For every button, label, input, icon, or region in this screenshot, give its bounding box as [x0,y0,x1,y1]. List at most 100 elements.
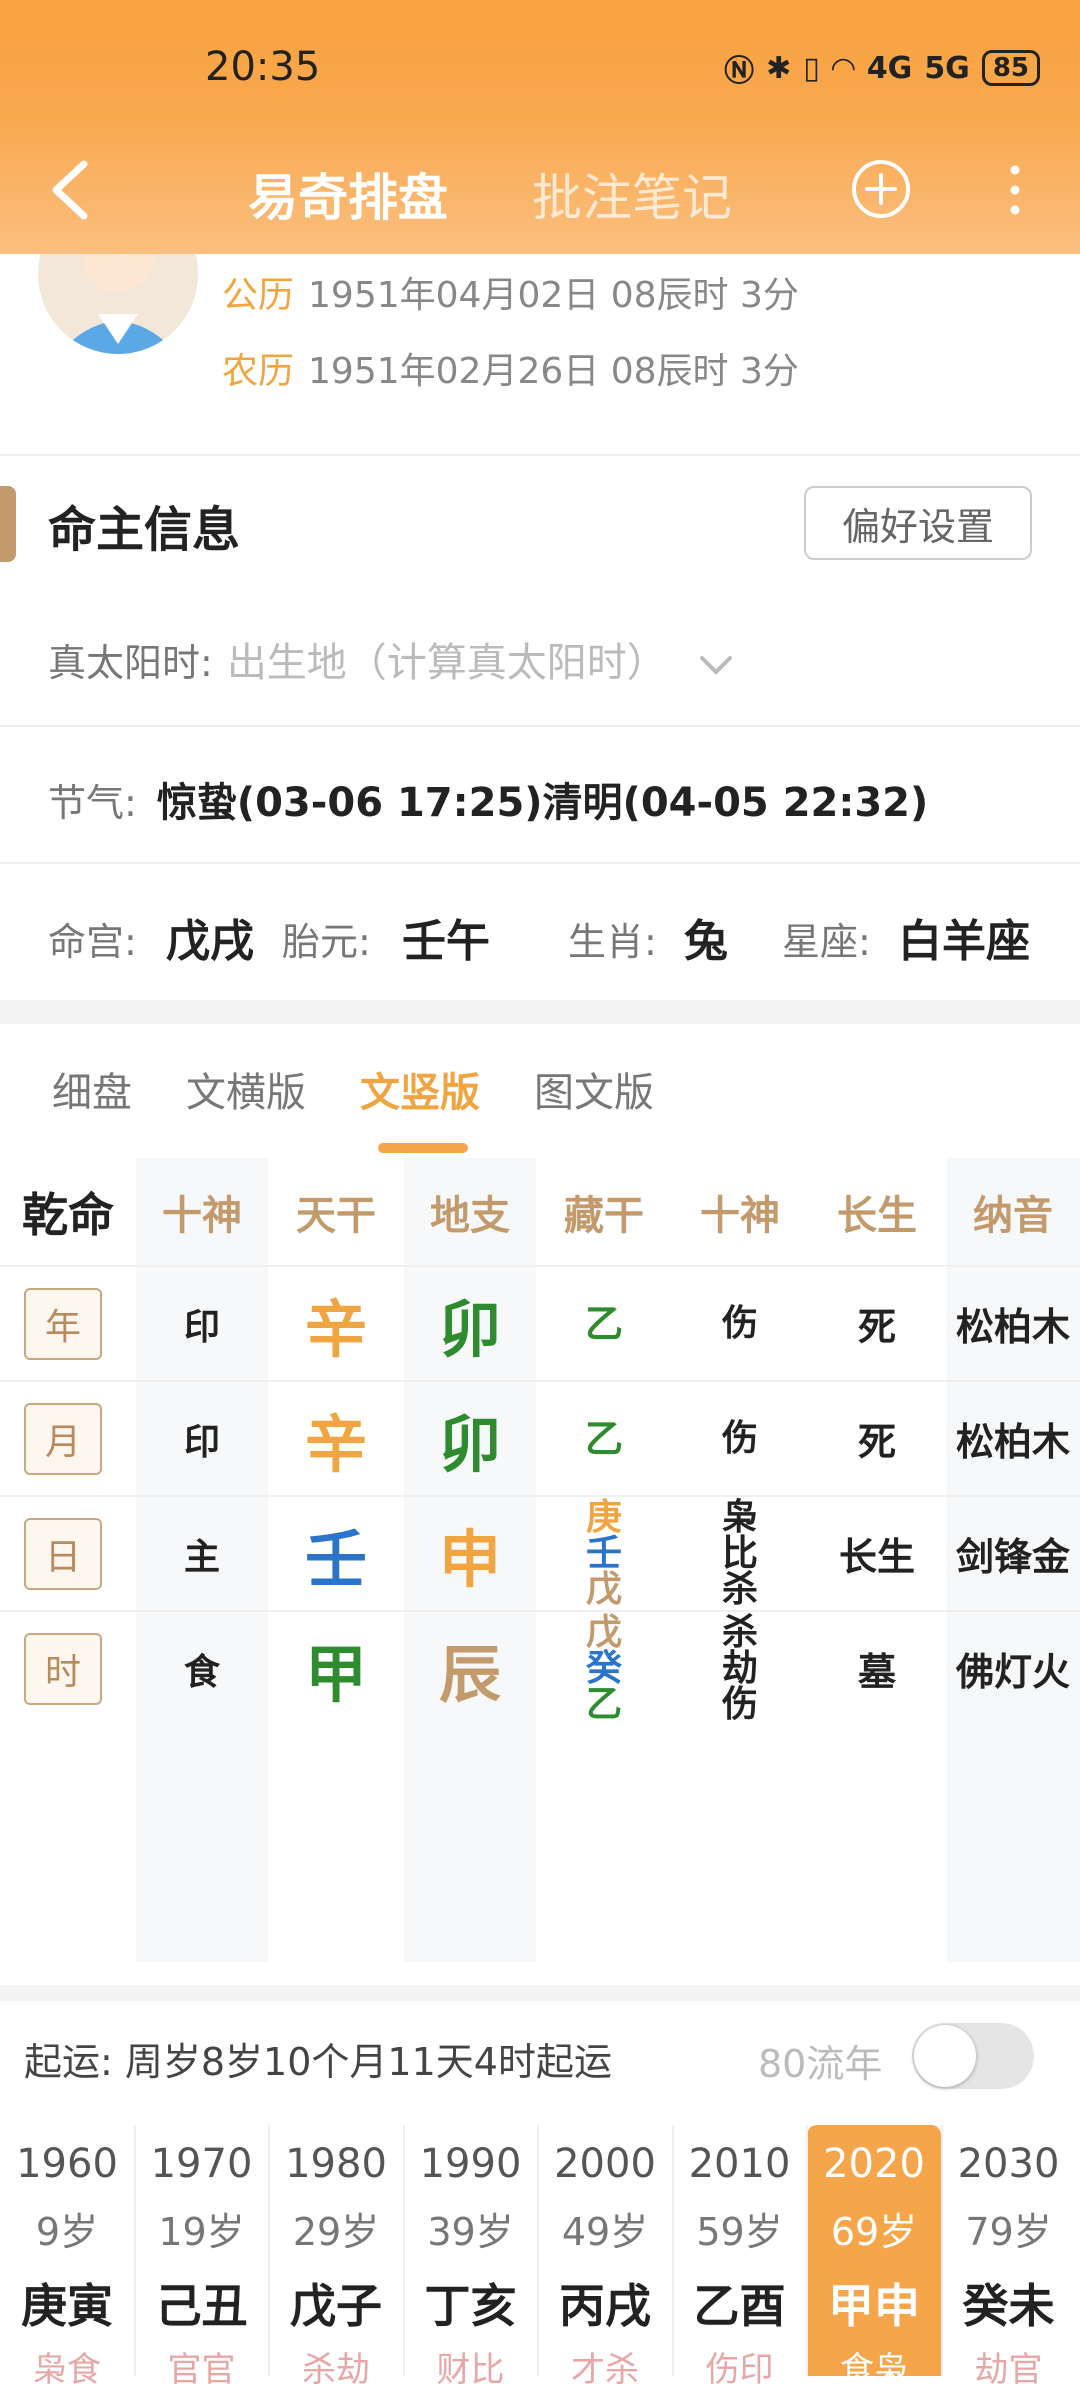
dayun-shishen: 财比 [436,2350,505,2390]
nav-bar: 易奇排盘 批注笔记 [0,150,1080,230]
qiyun-row: 起运: 周岁8岁10个月11天4时起运 80流年 [0,1985,1080,2095]
true-solar-time-row[interactable]: 真太阳时: 出生地（计算真太阳时） [48,630,736,688]
dayun-item[interactable]: 2010 59岁 乙酉 伤印 [673,2125,807,2390]
layout-tabs: 细盘 文横版 文竖版 图文版 [0,1060,1080,1150]
add-icon[interactable] [850,158,912,220]
dayun-age: 9岁 [35,2210,99,2254]
cang-shishen-cell: 伤 [672,1266,808,1381]
dayun-separator [940,2125,943,2376]
dizhi-cell: 辰 [438,1637,501,1711]
status-bar: 20:35 Ⓝ ✱ ▯ ◠ 4G 5G 85 [0,40,1080,100]
nayin-cell: 佛灯火 [955,1650,1070,1694]
divider [0,454,1080,456]
liunian-toggle[interactable] [912,2023,1034,2089]
jieqi-label: 节气: [48,781,137,825]
cang-shishen-cell: 杀劫伤 [672,1611,808,1726]
dayun-item[interactable]: 1970 19岁 己丑 官官 [135,2125,269,2390]
dizhi-cell: 卯 [438,1407,501,1481]
shishen-cell: 印 [183,1421,220,1463]
pillar-label[interactable]: 时 [24,1633,102,1705]
dayun-year: 2030 [957,2141,1060,2187]
dayun-separator [402,2125,405,2376]
cang-shishen-cell: 伤 [672,1381,808,1496]
dayun-age: 29岁 [292,2210,380,2254]
dayun-item[interactable]: 1990 39岁 丁亥 财比 [404,2125,538,2390]
solar-date-row: 公历 1951年04月02日 08辰时 3分 [222,266,799,318]
pillar-label[interactable]: 月 [24,1403,102,1475]
cang-shishen-cell-char: 枭 [721,1496,758,1538]
tab-detail[interactable]: 细盘 [52,1060,132,1118]
dayun-year: 1960 [16,2141,118,2187]
dayun-list: 1960 9岁 庚寅 枭食 1970 19岁 己丑 官官 1980 29岁 戊子 杀劫 1990 39岁丁… [0,2125,1080,2390]
divider [0,862,1080,864]
dayun-shishen: 枭食 [33,2350,101,2390]
profile-card: 公历 1951年04月02日 08辰时 3分 农历 1951年02月26日 08辰时… [0,194,1080,454]
tab-yiqi-paipan[interactable]: 易奇排盘 [248,158,448,230]
dayun-ganzhi: 丁亥 [424,2279,517,2333]
toggle-knob [914,2025,976,2087]
pillar-label[interactable]: 年 [24,1288,102,1360]
vibrate-icon: ▯ [803,50,820,86]
jieqi-row: 节气: 惊蛰(03-06 17:25)清明(04-05 22:32) [48,770,928,828]
canggan-cell-char: 戊 [585,1611,622,1653]
cang-shishen-cell-char: 杀 [721,1611,758,1653]
taiyuan-value: 壬午 [402,916,490,967]
back-icon[interactable] [40,154,104,226]
dayun-year: 1990 [419,2141,522,2187]
header-shishen: 十神 [162,1193,242,1239]
dayun-item[interactable]: 1980 29岁 戊子 杀劫 [269,2125,403,2390]
canggan-cell-char: 庚 [585,1496,622,1538]
dayun-shishen: 劫官 [974,2350,1043,2390]
canggan-cell-char: 壬 [585,1532,622,1574]
minggong-label: 命宫: [48,920,137,964]
signal-5g-icon: 5G [924,50,970,86]
dayun-item[interactable]: 2030 79岁 癸未 劫官 [942,2125,1076,2390]
canggan-cell: 乙 [536,1381,672,1496]
more-options-icon[interactable] [1000,160,1030,220]
tab-vertical[interactable]: 文竖版 [360,1060,480,1118]
true-solar-time-label: 真太阳时: [48,641,213,685]
solar-label: 公历 [222,275,295,316]
dayun-separator [268,2125,270,2376]
preference-settings-button[interactable]: 偏好设置 [804,486,1032,560]
lunar-label: 农历 [222,351,295,392]
dayun-item[interactable]: 2020 69岁 甲申 食枭 [807,2125,941,2390]
status-icons: Ⓝ ✱ ▯ ◠ 4G 5G 85 [724,46,1040,90]
cang-shishen-cell-char: 伤 [721,1683,758,1725]
dayun-ganzhi: 乙酉 [693,2279,786,2333]
solar-value: 1951年04月02日 08辰时 3分 [308,275,799,316]
section-title: 命主信息 [48,502,241,558]
tab-annotation-notes[interactable]: 批注笔记 [532,158,732,230]
dayun-ganzhi: 癸未 [962,2279,1055,2333]
dayun-separator [133,2125,136,2376]
shishen-cell: 印 [183,1306,220,1348]
tab-graphic[interactable]: 图文版 [534,1060,654,1118]
wifi-icon: ◠ [831,50,855,86]
canggan-cell: 庚壬戊 [536,1496,672,1611]
shishen-cell: 主 [183,1536,220,1578]
chevron-down-icon [699,656,732,675]
dayun-ganzhi: 己丑 [155,2279,248,2333]
dayun-age: 49岁 [561,2210,649,2254]
birthplace-select[interactable]: 出生地（计算真太阳时） [227,640,667,686]
dayun-item[interactable]: 1960 9岁 庚寅 枭食 [0,2125,134,2390]
taiyuan-label: 胎元: [282,920,371,964]
header-canggan: 藏干 [564,1193,644,1239]
dayun-item[interactable]: 2000 49岁 丙戌 才杀 [538,2125,672,2390]
dayun-age: 59岁 [696,2210,783,2254]
changsheng-cell: 死 [857,1420,896,1464]
tab-horizontal[interactable]: 文横版 [186,1060,306,1118]
dayun-separator [537,2125,539,2376]
tiangan-cell: 壬 [304,1522,367,1596]
minggong-value: 戊戌 [166,916,254,967]
dayun-separator [806,2125,808,2376]
dayun-year: 2000 [554,2141,656,2187]
nfc-icon: Ⓝ [724,54,755,89]
app-header: 20:35 Ⓝ ✱ ▯ ◠ 4G 5G 85 易奇排盘 批注笔记 [0,0,1080,254]
dizhi-cell: 卯 [438,1292,501,1366]
tiangan-cell: 甲 [304,1637,367,1711]
cang-shishen-cell-char: 比 [721,1532,758,1574]
section-gap [0,1000,1080,1024]
pillar-label[interactable]: 日 [24,1518,102,1590]
canggan-cell-char: 乙 [584,1416,623,1461]
